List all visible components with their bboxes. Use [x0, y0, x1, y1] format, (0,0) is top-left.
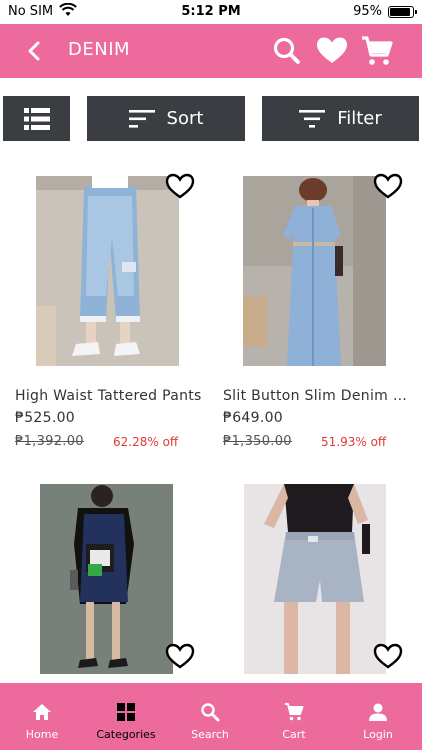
product-image[interactable] [243, 176, 386, 366]
filter-icon [299, 109, 326, 128]
cart-icon[interactable] [360, 34, 394, 68]
nav-home-label: Home [25, 728, 59, 741]
back-icon[interactable] [20, 36, 50, 66]
favorite-icon[interactable] [165, 172, 195, 200]
product-grid: High Waist Tattered Pants ₱525.00 ₱1,392… [0, 160, 422, 683]
product-discount: 62.28% off [113, 435, 179, 449]
product-card[interactable]: Slit Button Slim Denim Dress ₱649.00 ₱1,… [208, 160, 422, 460]
filter-button[interactable]: Filter [262, 96, 419, 141]
toolbar: Sort Filter [0, 96, 422, 142]
product-price: ₱525.00 [15, 410, 75, 426]
sort-button[interactable]: Sort [87, 96, 245, 141]
nav-categories-label: Categories [96, 728, 156, 741]
cart-icon [285, 703, 304, 721]
page-title: DENIM [68, 39, 131, 60]
product-image[interactable] [36, 176, 179, 366]
search-icon[interactable] [270, 34, 304, 68]
status-bar: No SIM 5:12 PM 95% [0, 0, 422, 24]
nav-login-label: Login [363, 728, 393, 741]
nav-home[interactable]: Home [0, 683, 84, 750]
product-discount: 51.93% off [321, 435, 387, 449]
product-name[interactable]: Slit Button Slim Denim Dress [223, 388, 407, 404]
product-old-price: ₱1,392.00 [15, 434, 84, 449]
nav-cart[interactable]: Cart [252, 683, 336, 750]
product-price: ₱649.00 [223, 410, 283, 426]
search-icon [201, 703, 220, 722]
product-image[interactable] [244, 484, 386, 674]
filter-label: Filter [337, 108, 382, 129]
product-name[interactable]: High Waist Tattered Pants [15, 388, 205, 404]
nav-cart-label: Cart [282, 728, 306, 741]
favorite-icon[interactable] [373, 642, 403, 670]
product-card[interactable] [208, 470, 422, 683]
grid-icon [117, 703, 135, 721]
product-card[interactable] [0, 470, 200, 683]
sort-label: Sort [166, 108, 204, 129]
nav-search[interactable]: Search [168, 683, 252, 750]
home-icon [33, 704, 51, 720]
user-icon [369, 703, 387, 721]
nav-login[interactable]: Login [336, 683, 420, 750]
favorite-icon[interactable] [373, 172, 403, 200]
product-image[interactable] [40, 484, 173, 674]
app-header: DENIM [0, 24, 422, 78]
bottom-nav: Home Categories Search Cart Login [0, 683, 422, 750]
battery-percent: 95% [353, 4, 382, 19]
nav-categories[interactable]: Categories [84, 683, 168, 750]
battery-icon [388, 6, 417, 18]
nav-search-label: Search [191, 728, 229, 741]
list-view-button[interactable] [3, 96, 70, 141]
favorite-icon[interactable] [165, 642, 195, 670]
list-icon [23, 107, 50, 130]
sort-icon [128, 109, 155, 128]
product-old-price: ₱1,350.00 [223, 434, 292, 449]
heart-icon[interactable] [315, 34, 349, 68]
product-card[interactable]: High Waist Tattered Pants ₱525.00 ₱1,392… [0, 160, 201, 460]
